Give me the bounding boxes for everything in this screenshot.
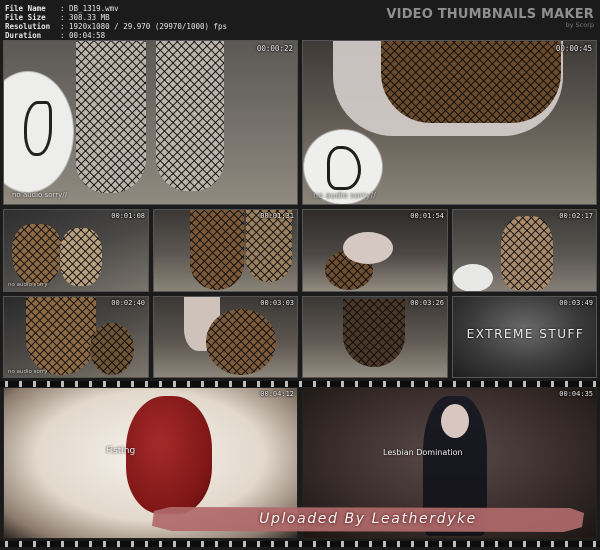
- timestamp: 00:02:40: [111, 299, 145, 307]
- upload-watermark-text: Uploaded By Leatherdyke: [259, 511, 477, 527]
- plate-shape: [453, 264, 493, 291]
- timestamp: 00:03:26: [410, 299, 444, 307]
- thumbnail-1[interactable]: 00:00:22 no audio sorry//: [3, 40, 298, 205]
- file-name-row: File Name: DB_1319.wmv: [5, 4, 119, 13]
- overlay-caption: no audio sorry: [8, 282, 48, 288]
- foot-right: [156, 41, 224, 191]
- foot-shape-2: [246, 210, 292, 282]
- overlay-caption: Lesbian Domination: [383, 448, 463, 457]
- foot-shape: [206, 309, 276, 375]
- file-info-header: File Name: DB_1319.wmv File Size: 308.33…: [0, 0, 600, 40]
- overlay-caption: no audio sorry//: [12, 191, 67, 199]
- duration-label: Duration: [5, 31, 42, 40]
- foot-shape: [381, 41, 561, 123]
- film-strip-bottom: [0, 541, 600, 547]
- file-size-label: File Size: [5, 13, 46, 22]
- face-shape: [441, 404, 469, 438]
- timestamp: 00:01:54: [410, 212, 444, 220]
- hand-shape: [343, 232, 393, 264]
- overlay-caption: EXTREME STUFF: [466, 327, 585, 341]
- file-name-label: File Name: [5, 4, 46, 13]
- file-name-value: DB_1319.wmv: [69, 4, 119, 13]
- brand-subtitle: by Scorp: [565, 21, 594, 29]
- brand-logo: VIDEO THUMBNAILS MAKER by Scorp: [386, 7, 594, 29]
- duration-row: Duration: 00:04:58: [5, 31, 106, 40]
- timestamp: 00:03:03: [260, 299, 294, 307]
- file-size-value: 308.33 MB: [69, 13, 110, 22]
- overlay-caption: no audio sorry//: [313, 191, 376, 200]
- foot-shape: [12, 224, 62, 286]
- timestamp: 00:04:12: [260, 390, 294, 398]
- plate-pattern: [327, 146, 361, 190]
- foot-shape: [343, 299, 405, 367]
- timestamp: 00:01:31: [260, 212, 294, 220]
- thumbnail-9[interactable]: 00:03:26: [302, 296, 448, 378]
- thumbnail-6[interactable]: 00:02:17: [452, 209, 597, 292]
- upload-banner: Uploaded By Leatherdyke: [150, 505, 586, 533]
- resolution-label: Resolution: [5, 22, 51, 31]
- file-size-row: File Size: 308.33 MB: [5, 13, 110, 22]
- thumbnail-7[interactable]: 00:02:40 no audio sorry: [3, 296, 149, 378]
- plate-pattern: [24, 101, 52, 156]
- timestamp: 00:00:45: [555, 44, 592, 53]
- timestamp: 00:04:35: [559, 390, 593, 398]
- foot-left: [76, 41, 146, 193]
- foot-shape: [190, 210, 244, 290]
- resolution-row: Resolution: 1920x1080 / 29.970 (29970/10…: [5, 22, 228, 31]
- resolution-value: 1920x1080 / 29.970 (29970/1000) fps: [69, 22, 228, 31]
- timestamp: 00:03:49: [559, 299, 593, 307]
- brand-title: VIDEO THUMBNAILS MAKER: [386, 7, 594, 22]
- thumbnail-8[interactable]: 00:03:03: [153, 296, 298, 378]
- timestamp: 00:01:08: [111, 212, 145, 220]
- overlay-caption: no audio sorry: [8, 369, 48, 375]
- foot-shape-2: [90, 323, 134, 375]
- foot-shape: [501, 216, 553, 290]
- thumbnail-10[interactable]: 00:03:49 EXTREME STUFF: [452, 296, 597, 378]
- thumbnail-5[interactable]: 00:01:54: [302, 209, 448, 292]
- overlay-caption: Fisting: [106, 446, 136, 456]
- thumbnail-3[interactable]: 00:01:08 no audio sorry: [3, 209, 149, 292]
- foot-shape: [26, 297, 96, 375]
- timestamp: 00:00:22: [256, 44, 293, 53]
- duration-value: 00:04:58: [69, 31, 106, 40]
- thumbnail-4[interactable]: 00:01:31: [153, 209, 298, 292]
- foot-shape-2: [60, 228, 102, 286]
- glove-shape: [126, 396, 212, 514]
- timestamp: 00:02:17: [559, 212, 593, 220]
- thumbnail-2[interactable]: 00:00:45 no audio sorry//: [302, 40, 597, 205]
